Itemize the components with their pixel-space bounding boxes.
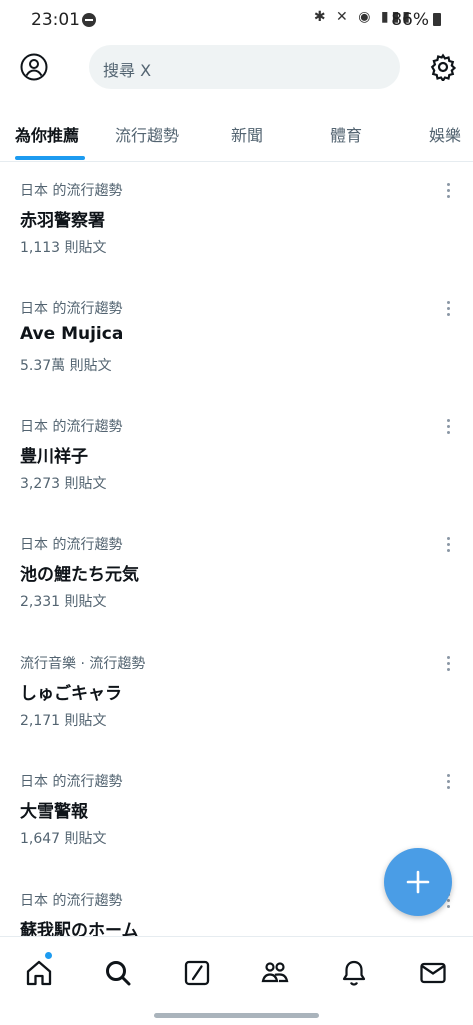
trend-name: 大雪警報 xyxy=(20,802,88,822)
more-options-icon[interactable] xyxy=(441,298,455,318)
mail-icon xyxy=(420,962,446,984)
compose-post-button[interactable] xyxy=(384,848,452,916)
trend-item[interactable]: 日本 的流行趨勢 Ave Mujica 5.37萬 則貼文 xyxy=(0,298,473,416)
trend-name: Ave Mujica xyxy=(20,324,124,344)
more-options-icon[interactable] xyxy=(441,180,455,200)
trend-context: 日本 的流行趨勢 xyxy=(20,183,123,199)
battery-percent: 86% xyxy=(391,10,429,30)
gear-icon xyxy=(430,53,457,83)
trend-item[interactable]: 日本 的流行趨勢 豊川祥子 3,273 則貼文 xyxy=(0,416,473,534)
plus-icon xyxy=(406,870,430,894)
search-icon xyxy=(106,961,131,986)
trend-name: 豊川祥子 xyxy=(20,447,88,467)
trend-post-count: 1,647 則貼文 xyxy=(20,831,107,847)
nav-communities[interactable] xyxy=(261,959,289,987)
profile-button[interactable] xyxy=(20,53,48,81)
trend-post-count: 2,171 則貼文 xyxy=(20,713,107,729)
home-icon xyxy=(26,960,52,986)
nav-notifications[interactable] xyxy=(340,959,368,987)
trend-name: 池の鯉たち元気 xyxy=(20,565,139,585)
nav-explore[interactable] xyxy=(104,959,132,987)
explore-tabs: 為你推薦 流行趨勢 新聞 體育 娛樂 xyxy=(0,104,473,162)
trend-item[interactable]: 流行音樂 · 流行趨勢 しゅごキャラ 2,171 則貼文 xyxy=(0,653,473,771)
bell-icon xyxy=(342,960,366,986)
active-tab-indicator xyxy=(15,156,85,160)
nav-home[interactable] xyxy=(25,959,53,987)
more-options-icon[interactable] xyxy=(441,653,455,673)
trend-item[interactable]: 日本 的流行趨勢 池の鯉たち元気 2,331 則貼文 xyxy=(0,534,473,652)
grok-icon xyxy=(184,960,210,986)
search-input[interactable]: 搜尋 X xyxy=(89,45,400,89)
bottom-navigation xyxy=(0,936,473,1025)
trend-context: 日本 的流行趨勢 xyxy=(20,419,123,435)
more-options-icon[interactable] xyxy=(441,416,455,436)
tab-for-you[interactable]: 為你推薦 xyxy=(15,122,79,146)
tab-sports[interactable]: 體育 xyxy=(330,122,362,146)
status-time: 23:01 xyxy=(31,10,80,30)
profile-icon xyxy=(20,53,48,81)
trend-post-count: 5.37萬 則貼文 xyxy=(20,358,112,374)
trend-context: 日本 的流行趨勢 xyxy=(20,774,123,790)
trend-name: しゅごキャラ xyxy=(20,684,122,704)
status-bar: 23:01 ✱ ✕ ◉ ▮▮▮ 86% xyxy=(0,0,473,40)
nav-grok[interactable] xyxy=(183,959,211,987)
trend-post-count: 1,113 則貼文 xyxy=(20,240,107,256)
trend-item[interactable]: 日本 的流行趨勢 赤羽警察署 1,113 則貼文 xyxy=(0,180,473,298)
trend-context: 日本 的流行趨勢 xyxy=(20,537,123,553)
more-options-icon[interactable] xyxy=(441,534,455,554)
trend-context: 日本 的流行趨勢 xyxy=(20,301,123,317)
trend-post-count: 2,331 則貼文 xyxy=(20,594,107,610)
tab-news[interactable]: 新聞 xyxy=(231,122,263,146)
gesture-bar[interactable] xyxy=(154,1013,319,1018)
search-placeholder: 搜尋 X xyxy=(103,61,152,80)
communities-icon xyxy=(261,962,289,983)
trend-name: 赤羽警察署 xyxy=(20,211,105,231)
battery-icon xyxy=(433,13,441,26)
trend-context: 流行音樂 · 流行趨勢 xyxy=(20,656,146,672)
nav-messages[interactable] xyxy=(419,959,447,987)
tab-entertainment[interactable]: 娛樂 xyxy=(429,122,461,146)
notification-dot xyxy=(45,952,52,959)
settings-button[interactable] xyxy=(429,53,457,83)
dnd-icon xyxy=(82,13,96,27)
more-options-icon[interactable] xyxy=(441,771,455,791)
trend-context: 日本 的流行趨勢 xyxy=(20,893,123,909)
trend-post-count: 3,273 則貼文 xyxy=(20,476,107,492)
tab-trending[interactable]: 流行趨勢 xyxy=(115,122,179,146)
